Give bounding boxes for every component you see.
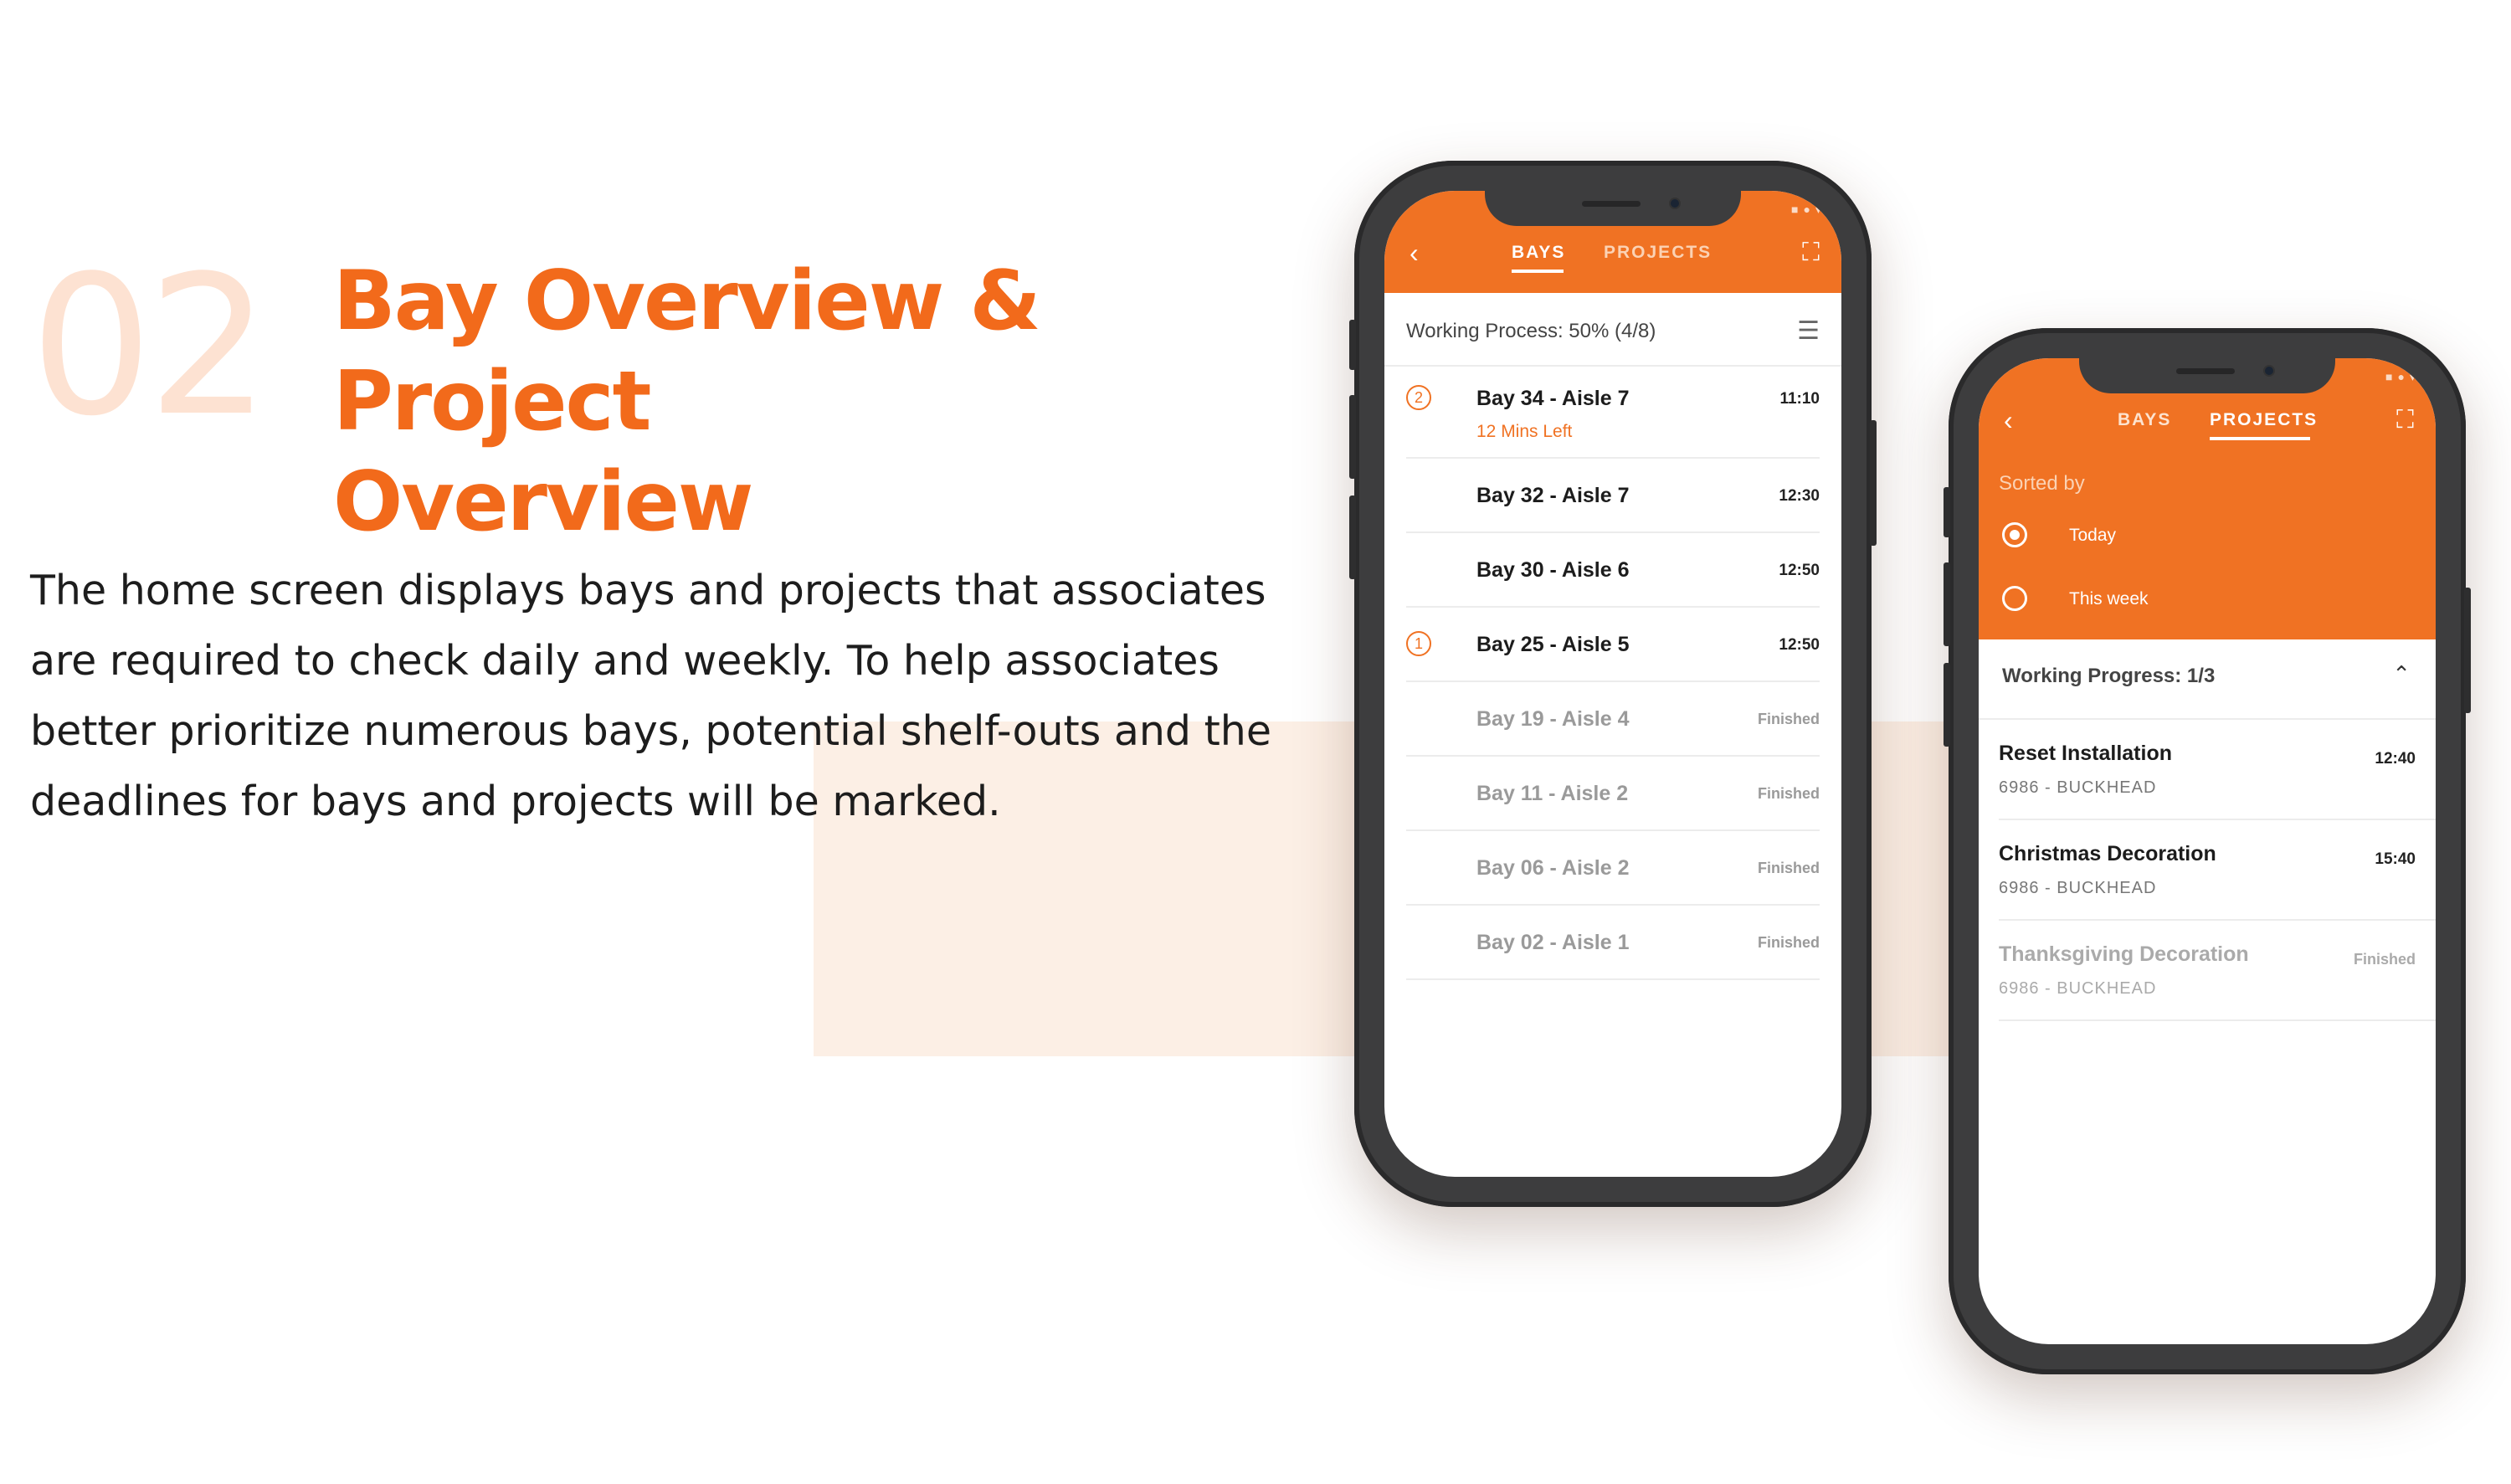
priority-badge: 2 xyxy=(1406,385,1431,410)
progress-header: Working Process: 50% (4/8) ☰ xyxy=(1384,293,1841,367)
bay-row[interactable]: Bay 19 - Aisle 4 Finished xyxy=(1406,682,1820,757)
bay-row[interactable]: Bay 11 - Aisle 2 Finished xyxy=(1406,757,1820,831)
phone-side-button xyxy=(1944,487,1950,537)
description-line: better prioritize numerous bays, potenti… xyxy=(30,707,1271,755)
phone-side-button xyxy=(1349,320,1356,370)
time-left-note: 12 Mins Left xyxy=(1476,422,1573,441)
project-store: 6986 - BUCKHEAD xyxy=(1999,979,2157,998)
description: The home screen displays bays and projec… xyxy=(30,556,1271,837)
notch xyxy=(1485,191,1741,226)
speaker xyxy=(2176,368,2235,374)
title-line-1: Bay Overview & xyxy=(333,254,1041,349)
bay-name: Bay 06 - Aisle 2 xyxy=(1476,856,1630,880)
phone-projects: ■●▾ ‹ BAYS PROJECTS ⛶ Sorted by Today Th… xyxy=(1944,328,2471,1374)
radio-today[interactable] xyxy=(2002,522,2027,547)
bay-row[interactable]: Bay 06 - Aisle 2 Finished xyxy=(1406,831,1820,906)
bay-row[interactable]: Bay 30 - Aisle 6 12:50 xyxy=(1406,533,1820,608)
fullscreen-icon[interactable]: ⛶ xyxy=(1802,239,1820,266)
phone-side-button xyxy=(1870,420,1877,546)
phone-side-button xyxy=(2464,588,2471,713)
sliders-icon[interactable]: ☰ xyxy=(1797,316,1820,346)
bay-time: Finished xyxy=(1757,711,1820,727)
project-row[interactable]: Thanksgiving Decoration 6986 - BUCKHEAD Fi… xyxy=(1999,921,2436,1021)
bay-time: 12:50 xyxy=(1779,636,1820,654)
progress-header[interactable]: Working Progress: 1/3 ⌃ xyxy=(1979,639,2436,720)
bay-row[interactable]: 2 Bay 34 - Aisle 7 11:10 12 Mins Left xyxy=(1406,367,1820,459)
bay-time: Finished xyxy=(1757,934,1820,951)
bay-row[interactable]: Bay 32 - Aisle 7 12:30 xyxy=(1406,459,1820,533)
tab-underline xyxy=(2210,437,2310,440)
tab-projects[interactable]: PROJECTS xyxy=(2210,410,2318,430)
bay-name: Bay 11 - Aisle 2 xyxy=(1476,782,1629,805)
bay-time: Finished xyxy=(1757,860,1820,876)
description-line: are required to check daily and weekly. … xyxy=(30,637,1220,685)
camera-icon xyxy=(1669,198,1681,209)
progress-label: Working Progress: 1/3 xyxy=(2002,665,2216,687)
bay-row[interactable]: Bay 02 - Aisle 1 Finished xyxy=(1406,906,1820,980)
chevron-left-icon[interactable]: ‹ xyxy=(1410,239,1419,266)
page-title: Bay Overview & Project Overview xyxy=(333,251,1086,552)
phone-screen: ■●▾ ‹ BAYS PROJECTS ⛶ Sorted by Today Th… xyxy=(1979,358,2436,1344)
notch xyxy=(2079,358,2335,393)
status-icons: ■●▾ xyxy=(2385,370,2421,383)
tab-bays[interactable]: BAYS xyxy=(1512,243,1565,263)
bay-time: 12:30 xyxy=(1779,487,1820,505)
project-name: Thanksgiving Decoration xyxy=(1999,942,2249,966)
phone-screen: ■●▾ ‹ BAYS PROJECTS ⛶ Working Process: 5… xyxy=(1384,191,1841,1177)
phone-side-button xyxy=(1944,663,1950,747)
bay-time: Finished xyxy=(1757,785,1820,802)
bay-name: Bay 19 - Aisle 4 xyxy=(1476,707,1630,731)
phone-side-button xyxy=(1944,562,1950,646)
project-store: 6986 - BUCKHEAD xyxy=(1999,879,2157,897)
description-line: The home screen displays bays and projec… xyxy=(30,567,1266,614)
bay-name: Bay 02 - Aisle 1 xyxy=(1476,931,1630,954)
bay-name: Bay 34 - Aisle 7 xyxy=(1476,387,1630,410)
bay-name: Bay 30 - Aisle 6 xyxy=(1476,558,1630,582)
project-row[interactable]: Christmas Decoration 6986 - BUCKHEAD 15:40 xyxy=(1999,820,2436,921)
chevron-up-icon[interactable]: ⌃ xyxy=(2392,661,2411,687)
app-header: ‹ BAYS PROJECTS ⛶ Sorted by Today This w… xyxy=(1979,358,2436,639)
priority-badge: 1 xyxy=(1406,631,1431,656)
project-row[interactable]: Reset Installation 6986 - BUCKHEAD 12:40 xyxy=(1999,720,2436,820)
project-time: 15:40 xyxy=(2375,850,2416,868)
tab-underline xyxy=(1512,270,1564,273)
phone-side-button xyxy=(1349,496,1356,579)
bay-name: Bay 32 - Aisle 7 xyxy=(1476,484,1630,507)
bay-name: Bay 25 - Aisle 5 xyxy=(1476,633,1630,656)
radio-this-week[interactable] xyxy=(2002,586,2027,611)
phone-bays: ■●▾ ‹ BAYS PROJECTS ⛶ Working Process: 5… xyxy=(1349,161,1877,1207)
fullscreen-icon[interactable]: ⛶ xyxy=(2396,407,2414,434)
sorted-by-label: Sorted by xyxy=(1999,472,2085,495)
progress-label: Working Process: 50% (4/8) xyxy=(1406,320,1656,342)
project-name: Reset Installation xyxy=(1999,742,2172,765)
camera-icon xyxy=(2263,365,2275,377)
project-time: 12:40 xyxy=(2375,750,2416,768)
tab-projects[interactable]: PROJECTS xyxy=(1604,243,1712,263)
title-line-2: Project Overview xyxy=(333,354,753,550)
description-line: deadlines for bays and projects will be … xyxy=(30,778,1001,825)
tab-bays[interactable]: BAYS xyxy=(2118,410,2171,430)
status-icons: ■●▾ xyxy=(1791,203,1826,216)
speaker xyxy=(1582,201,1641,207)
phone-side-button xyxy=(1349,395,1356,479)
bay-time: 12:50 xyxy=(1779,562,1820,579)
chevron-left-icon[interactable]: ‹ xyxy=(2004,407,2013,434)
section-number: 02 xyxy=(30,235,270,459)
radio-today-label[interactable]: Today xyxy=(2069,526,2116,546)
project-time: Finished xyxy=(2353,951,2416,968)
bay-time: 11:10 xyxy=(1779,390,1820,408)
radio-this-week-label[interactable]: This week xyxy=(2069,589,2149,609)
project-name: Christmas Decoration xyxy=(1999,842,2216,865)
bay-row[interactable]: 1 Bay 25 - Aisle 5 12:50 xyxy=(1406,608,1820,682)
project-store: 6986 - BUCKHEAD xyxy=(1999,778,2157,797)
